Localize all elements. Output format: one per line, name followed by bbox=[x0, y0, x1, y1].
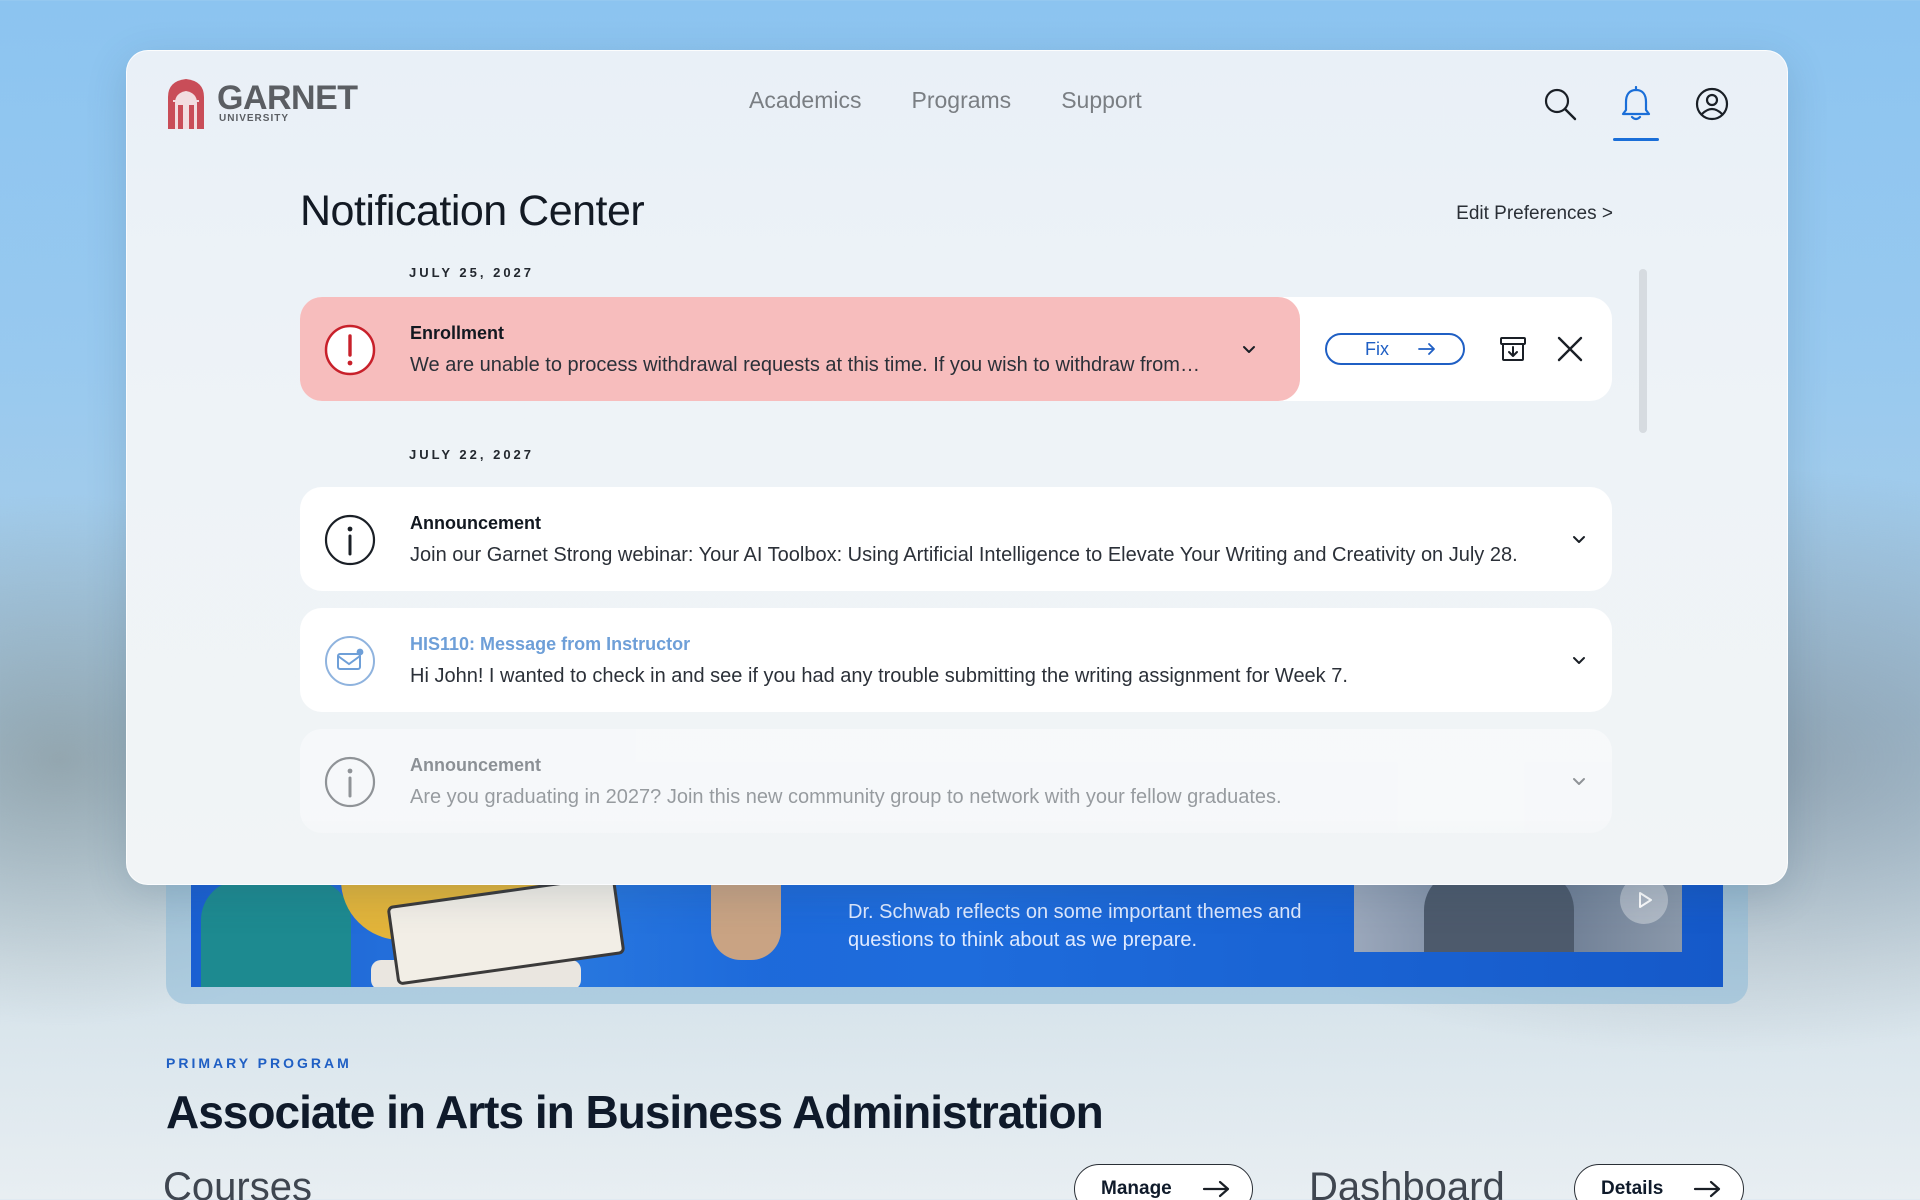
bell-icon bbox=[1621, 86, 1651, 121]
nav-academics[interactable]: Academics bbox=[749, 87, 861, 114]
details-label: Details bbox=[1601, 1178, 1664, 1199]
notification-card-enrollment[interactable]: Enrollment We are unable to process with… bbox=[300, 297, 1612, 401]
date-header: JULY 22, 2027 bbox=[409, 447, 535, 462]
info-circle-icon bbox=[324, 514, 376, 566]
banner-description: Dr. Schwab reflects on some important th… bbox=[848, 901, 1302, 951]
garnet-logo[interactable]: GARNET UNIVERSITY bbox=[165, 77, 358, 129]
manage-label: Manage bbox=[1101, 1178, 1172, 1199]
notification-body: Hi John! I wanted to check in and see if… bbox=[410, 665, 1348, 687]
arrow-right-icon bbox=[1202, 1180, 1229, 1198]
notification-card-announcement-graduates[interactable]: Announcement Are you graduating in 2027?… bbox=[300, 729, 1612, 833]
archive-icon[interactable] bbox=[1497, 333, 1529, 365]
edit-preferences-link[interactable]: Edit Preferences > bbox=[1456, 203, 1613, 225]
brand-name: GARNET bbox=[217, 78, 358, 117]
fix-button[interactable]: Fix bbox=[1325, 333, 1465, 365]
chevron-down-icon[interactable] bbox=[1570, 773, 1588, 791]
mail-icon bbox=[325, 636, 375, 686]
account-button[interactable] bbox=[1689, 81, 1735, 127]
university-building-icon bbox=[168, 79, 204, 129]
notification-title: Announcement bbox=[410, 755, 542, 775]
courses-heading: Courses bbox=[163, 1165, 312, 1200]
chevron-down-icon[interactable] bbox=[1240, 341, 1258, 359]
header-actions bbox=[1537, 81, 1735, 141]
fix-label: Fix bbox=[1365, 338, 1389, 359]
user-circle-icon bbox=[1695, 87, 1729, 121]
scroll-fade bbox=[277, 821, 1637, 884]
program-eyebrow: PRIMARY PROGRAM bbox=[166, 1055, 352, 1071]
featured-banner: Dr. Schwab reflects on some important th… bbox=[191, 870, 1723, 987]
nav-support[interactable]: Support bbox=[1061, 87, 1142, 114]
search-icon bbox=[1544, 88, 1577, 121]
banner-photo bbox=[191, 870, 781, 987]
arrow-right-icon bbox=[1694, 1180, 1721, 1198]
close-icon[interactable] bbox=[1554, 333, 1586, 365]
notification-title: Enrollment bbox=[410, 323, 505, 343]
arrow-right-icon bbox=[1418, 343, 1435, 355]
page-title: Notification Center bbox=[300, 187, 645, 235]
scrollbar[interactable] bbox=[1639, 269, 1647, 433]
notification-body: Join our Garnet Strong webinar: Your AI … bbox=[410, 544, 1518, 566]
notifications-button[interactable] bbox=[1613, 81, 1659, 141]
notification-title: HIS110: Message from Instructor bbox=[410, 634, 691, 654]
details-button[interactable]: Details bbox=[1574, 1164, 1745, 1200]
chevron-down-icon[interactable] bbox=[1570, 652, 1588, 670]
notification-card-announcement[interactable]: Announcement Join our Garnet Strong webi… bbox=[300, 487, 1612, 591]
notification-body: We are unable to process withdrawal requ… bbox=[410, 354, 1200, 376]
main-nav: Academics Programs Support bbox=[749, 87, 1142, 114]
exclamation-circle-icon bbox=[324, 324, 376, 376]
manage-button[interactable]: Manage bbox=[1074, 1164, 1253, 1200]
notification-body: Are you graduating in 2027? Join this ne… bbox=[410, 786, 1282, 808]
chevron-down-icon[interactable] bbox=[1570, 531, 1588, 549]
date-header: JULY 25, 2027 bbox=[409, 265, 535, 280]
search-button[interactable] bbox=[1537, 81, 1583, 127]
info-circle-icon bbox=[324, 756, 376, 808]
nav-programs[interactable]: Programs bbox=[911, 87, 1011, 114]
dashboard-heading: Dashboard bbox=[1309, 1165, 1505, 1200]
alert-highlight bbox=[300, 297, 1300, 401]
notification-card-instructor-message[interactable]: HIS110: Message from Instructor Hi John!… bbox=[300, 608, 1612, 712]
notification-title: Announcement bbox=[410, 513, 542, 533]
program-title: Associate in Arts in Business Administra… bbox=[166, 1086, 1104, 1138]
notification-center-panel: GARNET UNIVERSITY Academics Programs Sup… bbox=[126, 50, 1788, 885]
